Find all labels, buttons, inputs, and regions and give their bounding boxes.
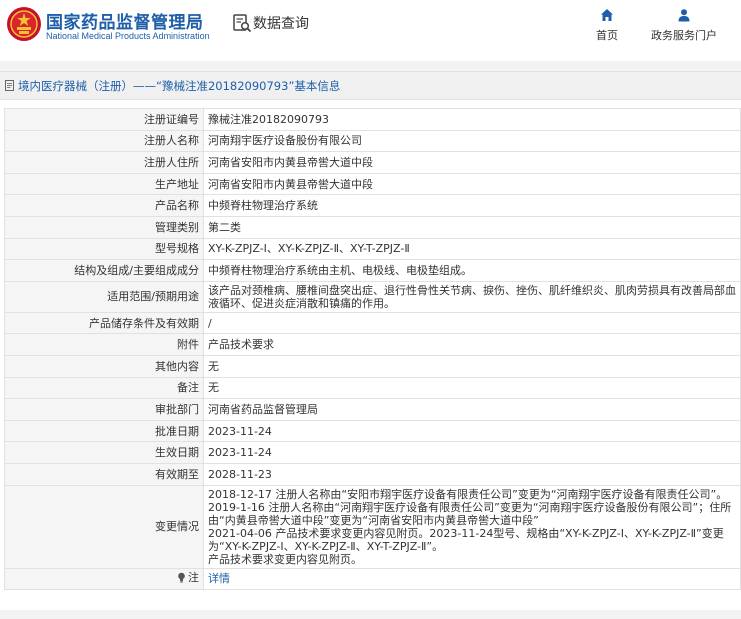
field-label: 批准日期 xyxy=(4,419,204,443)
field-value: 中频脊柱物理治疗系统由主机、电极线、电极垫组成。 xyxy=(203,259,741,282)
note-label-wrap: 注 xyxy=(177,571,199,584)
header-divider xyxy=(0,61,741,71)
site-title[interactable]: 国家药品监督管理局 xyxy=(46,8,204,33)
field-label: 型号规格 xyxy=(4,237,204,261)
data-query-label: 数据查询 xyxy=(253,16,309,32)
details-link[interactable]: 详情 xyxy=(208,572,230,585)
change-entry: 2021-04-06 产品技术要求变更内容见附页。2023-11-24型号、规格… xyxy=(208,526,724,553)
nav-service-portal-label: 政务服务门户 xyxy=(651,29,717,42)
bulb-icon xyxy=(178,572,185,583)
change-history-row: 变更情况 2018-12-17 注册人名称由“安阳市翔宇医疗设备有限责任公司”变… xyxy=(4,484,741,569)
field-value: 第二类 xyxy=(203,215,741,239)
field-label: 变更情况 xyxy=(4,484,204,569)
data-query-link[interactable]: 数据查询 xyxy=(232,12,309,34)
field-label: 注册人住所 xyxy=(4,151,204,174)
national-emblem-icon[interactable] xyxy=(6,6,42,42)
change-history-value: 2018-12-17 注册人名称由“安阳市翔宇医疗设备有限责任公司”变更为“河南… xyxy=(203,484,741,569)
table-row: 有效期至 2028-11-23 xyxy=(4,462,741,486)
field-value: 无 xyxy=(203,376,741,400)
field-value: 中频脊柱物理治疗系统 xyxy=(203,194,741,217)
field-label: 注册证编号 xyxy=(4,108,204,131)
field-label: 生产地址 xyxy=(4,172,204,196)
field-value: 河南省安阳市内黄县帝喾大道中段 xyxy=(203,151,741,174)
field-value: 河南翔宇医疗设备股份有限公司 xyxy=(203,129,741,153)
field-value: 该产品对颈椎病、腰椎间盘突出症、退行性骨性关节病、捩伤、挫伤、肌纤维织炎、肌肉劳… xyxy=(203,280,741,313)
table-row: 审批部门 河南省药品监督管理局 xyxy=(4,398,741,421)
field-label: 适用范围/预期用途 xyxy=(4,280,204,313)
field-label: 生效日期 xyxy=(4,441,204,464)
field-label: 其他内容 xyxy=(4,354,204,378)
field-label: 审批部门 xyxy=(4,398,204,421)
site-subtitle-en[interactable]: National Medical Products Administration xyxy=(46,31,210,41)
home-icon xyxy=(601,9,613,21)
table-row: 产品储存条件及有效期 / xyxy=(4,311,741,335)
nav-home[interactable]: 首页 xyxy=(588,8,626,43)
table-row: 注册人名称 河南翔宇医疗设备股份有限公司 xyxy=(4,129,741,153)
table-row: 注册人住所 河南省安阳市内黄县帝喾大道中段 xyxy=(4,151,741,174)
registration-detail-table: 注册证编号 豫械注准20182090793 注册人名称 河南翔宇医疗设备股份有限… xyxy=(4,108,741,591)
breadcrumb-text: 境内医疗器械（注册）——“豫械注准20182090793”基本信息 xyxy=(18,78,341,93)
field-label: 注册人名称 xyxy=(4,129,204,153)
table-row: 备注 无 xyxy=(4,376,741,400)
change-entry: 产品技术要求变更内容见附页。 xyxy=(208,552,362,566)
page-footer-strip xyxy=(0,610,741,619)
table-row: 结构及组成/主要组成成分 中频脊柱物理治疗系统由主机、电极线、电极垫组成。 xyxy=(4,259,741,282)
field-value: 2023-11-24 xyxy=(203,441,741,464)
field-value: XY-K-ZPJZ-Ⅰ、XY-K-ZPJZ-Ⅱ、XY-T-ZPJZ-Ⅱ xyxy=(203,237,741,261)
table-row: 注册证编号 豫械注准20182090793 xyxy=(4,108,741,131)
field-label: 管理类别 xyxy=(4,215,204,239)
field-value: 2023-11-24 xyxy=(203,419,741,443)
field-value: 河南省安阳市内黄县帝喾大道中段 xyxy=(203,172,741,196)
document-icon xyxy=(5,80,14,91)
site-header: 国家药品监督管理局 National Medical Products Admi… xyxy=(0,0,741,61)
data-search-icon xyxy=(233,14,252,33)
field-value: 豫械注准20182090793 xyxy=(203,108,741,131)
note-label: 注 xyxy=(188,571,199,585)
field-value: 无 xyxy=(203,354,741,378)
user-icon xyxy=(678,9,690,22)
table-row: 生产地址 河南省安阳市内黄县帝喾大道中段 xyxy=(4,172,741,196)
field-label: 备注 xyxy=(4,376,204,400)
field-label: 结构及组成/主要组成成分 xyxy=(4,259,204,282)
note-row: 注 详情 xyxy=(4,567,741,591)
table-row: 批准日期 2023-11-24 xyxy=(4,419,741,443)
field-value: 河南省药品监督管理局 xyxy=(203,398,741,421)
field-value: 2028-11-23 xyxy=(203,462,741,486)
field-value: / xyxy=(203,311,741,335)
field-label: 有效期至 xyxy=(4,462,204,486)
note-value-cell: 详情 xyxy=(203,567,741,591)
table-row: 生效日期 2023-11-24 xyxy=(4,441,741,464)
table-row: 适用范围/预期用途 该产品对颈椎病、腰椎间盘突出症、退行性骨性关节病、捩伤、挫伤… xyxy=(4,280,741,313)
change-entry: 2019-1-16 注册人名称由“河南翔宇医疗设备有限责任公司”变更为“河南翔宇… xyxy=(208,500,732,527)
table-row: 其他内容 无 xyxy=(4,354,741,378)
breadcrumb: 境内医疗器械（注册）——“豫械注准20182090793”基本信息 xyxy=(0,71,741,100)
field-value: 产品技术要求 xyxy=(203,333,741,356)
change-entry: 2018-12-17 注册人名称由“安阳市翔宇医疗设备有限责任公司”变更为“河南… xyxy=(208,487,728,501)
field-label: 附件 xyxy=(4,333,204,356)
table-row: 产品名称 中频脊柱物理治疗系统 xyxy=(4,194,741,217)
nav-service-portal[interactable]: 政务服务门户 xyxy=(644,8,724,43)
table-row: 型号规格 XY-K-ZPJZ-Ⅰ、XY-K-ZPJZ-Ⅱ、XY-T-ZPJZ-Ⅱ xyxy=(4,237,741,261)
field-label: 产品名称 xyxy=(4,194,204,217)
nav-home-label: 首页 xyxy=(596,29,618,42)
field-label: 产品储存条件及有效期 xyxy=(4,311,204,335)
table-row: 附件 产品技术要求 xyxy=(4,333,741,356)
note-label-cell: 注 xyxy=(4,567,204,591)
table-row: 管理类别 第二类 xyxy=(4,215,741,239)
